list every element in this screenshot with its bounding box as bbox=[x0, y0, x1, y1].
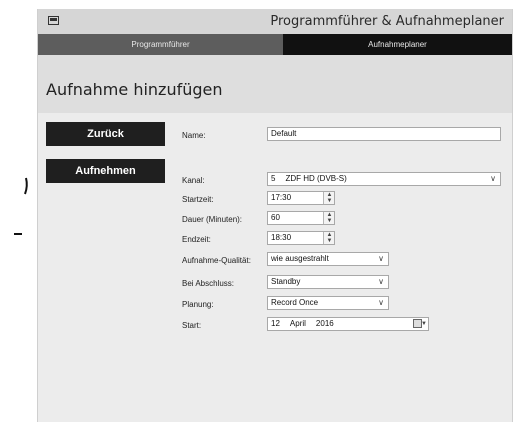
back-button[interactable]: Zurück bbox=[46, 122, 165, 146]
title-bar: Programmführer & Aufnahmeplaner bbox=[38, 9, 512, 34]
after-select[interactable]: Standby ∨ bbox=[267, 275, 389, 289]
after-label: Bei Abschluss: bbox=[182, 279, 235, 288]
channel-name: ZDF HD (DVB-S) bbox=[285, 174, 347, 183]
end-time-label: Endzeit: bbox=[182, 235, 211, 244]
chevron-down-icon: ∨ bbox=[378, 277, 384, 286]
chevron-down-icon: ∨ bbox=[378, 254, 384, 263]
start-time-value: 17:30 bbox=[271, 193, 292, 202]
schedule-select[interactable]: Record Once ∨ bbox=[267, 296, 389, 310]
record-button[interactable]: Aufnehmen bbox=[46, 159, 165, 183]
app-window: Programmführer & Aufnahmeplaner Programm… bbox=[37, 9, 513, 422]
name-value: Default bbox=[271, 129, 297, 138]
start-time-spinner[interactable]: ▲ ▼ bbox=[323, 192, 334, 204]
chevron-down-icon: ∨ bbox=[378, 298, 384, 307]
duration-spinner[interactable]: ▲ ▼ bbox=[323, 212, 334, 224]
schedule-label: Planung: bbox=[182, 300, 214, 309]
channel-select[interactable]: 5 ZDF HD (DVB-S) ∨ bbox=[267, 172, 501, 186]
start-date-picker[interactable]: 12 April 2016 ▼ bbox=[267, 317, 429, 331]
start-day: 12 bbox=[271, 319, 280, 328]
duration-input[interactable]: 60 ▲ ▼ bbox=[267, 211, 335, 225]
name-input[interactable]: Default bbox=[267, 127, 501, 141]
chevron-down-icon: ∨ bbox=[490, 174, 496, 183]
duration-value: 60 bbox=[271, 213, 280, 222]
after-value: Standby bbox=[271, 277, 301, 286]
channel-number: 5 bbox=[271, 174, 276, 183]
end-time-input[interactable]: 18:30 ▲ ▼ bbox=[267, 231, 335, 245]
page-title: Aufnahme hinzufügen bbox=[46, 80, 223, 99]
start-time-input[interactable]: 17:30 ▲ ▼ bbox=[267, 191, 335, 205]
quality-select[interactable]: wie ausgestrahlt ∨ bbox=[267, 252, 389, 266]
duration-label: Dauer (Minuten): bbox=[182, 215, 243, 224]
quality-label: Aufnahme-Qualität: bbox=[182, 256, 251, 265]
start-month: April bbox=[289, 319, 306, 328]
channel-label: Kanal: bbox=[182, 176, 205, 185]
end-time-spinner[interactable]: ▲ ▼ bbox=[323, 232, 334, 244]
start-date-label: Start: bbox=[182, 321, 202, 330]
schedule-value: Record Once bbox=[271, 298, 319, 307]
tab-programmfuehrer[interactable]: Programmführer bbox=[38, 34, 283, 55]
chevron-down-icon[interactable]: ▼ bbox=[421, 318, 427, 330]
page-header: Aufnahme hinzufügen bbox=[38, 55, 512, 113]
end-time-value: 18:30 bbox=[271, 233, 292, 242]
form-area: Zurück Aufnehmen Name: Default Kanal: 5Z… bbox=[38, 113, 512, 422]
start-time-label: Startzeit: bbox=[182, 195, 214, 204]
tab-bar: Programmführer Aufnahmeplaner bbox=[38, 34, 512, 55]
quality-value: wie ausgestrahlt bbox=[271, 254, 329, 263]
name-label: Name: bbox=[182, 131, 206, 140]
tab-aufnahmeplaner[interactable]: Aufnahmeplaner bbox=[283, 34, 512, 55]
start-year: 2016 bbox=[315, 319, 334, 328]
page-margin-marks bbox=[14, 177, 28, 235]
window-title: Programmführer & Aufnahmeplaner bbox=[270, 14, 504, 29]
app-icon bbox=[48, 16, 59, 25]
